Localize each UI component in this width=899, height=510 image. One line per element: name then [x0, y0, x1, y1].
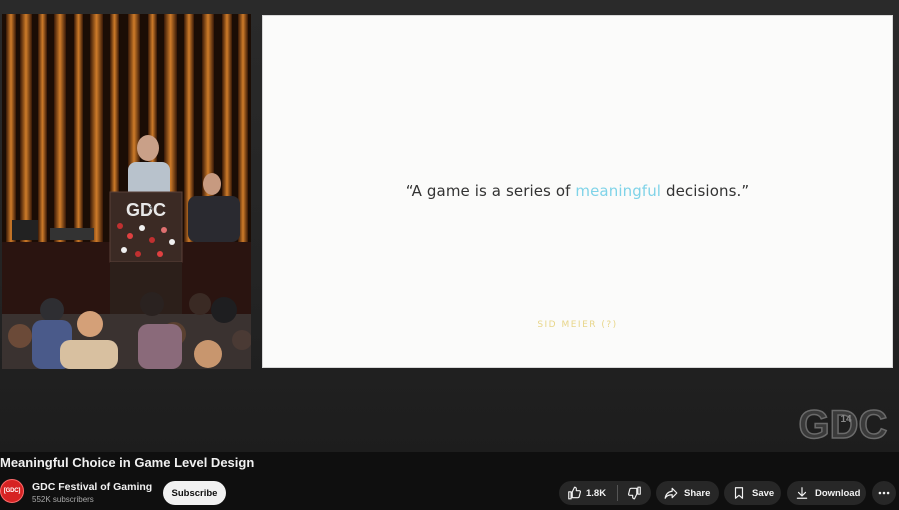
quote-text-close: decisions.” [661, 182, 750, 200]
quote-highlight-word: meaningful [575, 182, 662, 200]
video-title: Meaningful Choice in Game Level Design [0, 455, 255, 470]
download-label: Download [815, 487, 861, 499]
bookmark-icon [734, 487, 744, 499]
watermark-year: 14 [840, 414, 852, 425]
like-button[interactable]: 1.8K [559, 481, 617, 505]
save-button[interactable]: Save [724, 481, 781, 505]
thumbs-up-icon [568, 486, 581, 500]
avatar-text: [GDC] [3, 488, 21, 494]
channel-name[interactable]: GDC Festival of Gaming [32, 481, 152, 493]
more-horizontal-icon [878, 491, 890, 495]
share-icon [664, 487, 678, 499]
speaker-camera-feed: GDC 14 [2, 14, 251, 369]
dislike-button[interactable] [618, 481, 651, 505]
subscribe-button[interactable]: Subscribe [163, 481, 226, 505]
download-icon [796, 487, 808, 499]
stage-scene: GDC 14 [2, 14, 251, 369]
save-label: Save [752, 487, 775, 499]
presentation-slide: “A game is a series of meaningful decisi… [262, 15, 893, 368]
like-count: 1.8K [586, 487, 607, 499]
more-actions-button[interactable] [872, 481, 896, 505]
download-button[interactable]: Download [787, 481, 866, 505]
subscriber-count: 552K subscribers [32, 495, 94, 504]
share-label: Share [684, 487, 711, 499]
slide-quote: “A game is a series of meaningful decisi… [263, 182, 892, 200]
thumbs-down-icon [627, 486, 641, 500]
share-button[interactable]: Share [656, 481, 719, 505]
video-player[interactable]: GDC 14 “A game is a series of meaningful… [0, 0, 899, 452]
quote-text-open: “A game is a series of [405, 182, 576, 200]
podium-year: 14 [146, 206, 153, 212]
quote-attribution: SID MEIER (?) [537, 320, 618, 330]
gdc-watermark-logo: GDC 14 [798, 402, 888, 446]
like-dislike-group: 1.8K [559, 481, 651, 505]
channel-avatar[interactable]: [GDC] [0, 479, 24, 503]
